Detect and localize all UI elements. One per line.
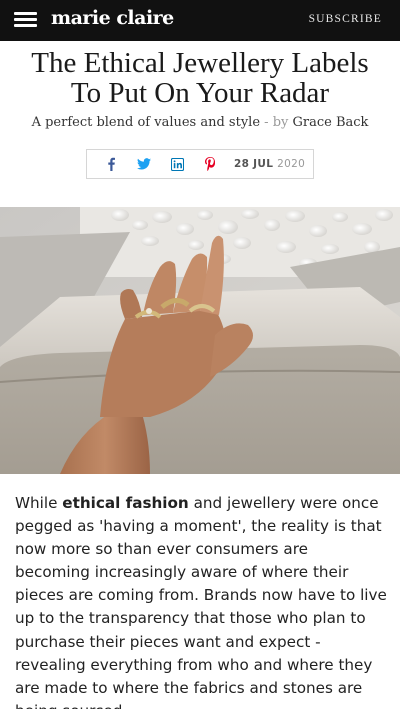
hero-image bbox=[0, 207, 400, 474]
article-dek: A perfect blend of values and style bbox=[31, 115, 261, 130]
share-bar: 28 JUL 2020 bbox=[86, 149, 314, 179]
publish-date: 28 JUL 2020 bbox=[234, 158, 305, 170]
pinterest-icon[interactable] bbox=[202, 156, 218, 172]
facebook-icon[interactable] bbox=[103, 156, 119, 172]
article-body-paragraph: While ethical fashion and jewellery were… bbox=[15, 492, 387, 709]
author-link[interactable]: Grace Back bbox=[293, 115, 369, 130]
article-headline: The Ethical Jewellery Labels To Put On Y… bbox=[31, 47, 369, 109]
article-byline: A perfect blend of values and style - by… bbox=[0, 115, 400, 130]
ethical-fashion-link[interactable]: ethical fashion bbox=[62, 494, 188, 512]
publish-date-year: 2020 bbox=[277, 158, 306, 170]
body-text-intro: While bbox=[15, 494, 63, 512]
byline-by: by bbox=[272, 115, 289, 130]
twitter-icon[interactable] bbox=[136, 156, 152, 172]
site-logo[interactable]: marie claire bbox=[51, 7, 174, 29]
subscribe-link[interactable]: SUBSCRIBE bbox=[309, 13, 382, 25]
body-text-main: and jewellery were once pegged as 'havin… bbox=[15, 494, 387, 709]
byline-separator: - bbox=[264, 115, 269, 130]
top-navigation-bar: marie claire SUBSCRIBE bbox=[0, 0, 400, 41]
linkedin-icon[interactable] bbox=[169, 156, 185, 172]
publish-date-day-month: 28 JUL bbox=[234, 158, 274, 170]
hamburger-menu-icon[interactable] bbox=[14, 12, 37, 28]
hand-with-gold-rings-photo bbox=[0, 207, 400, 474]
